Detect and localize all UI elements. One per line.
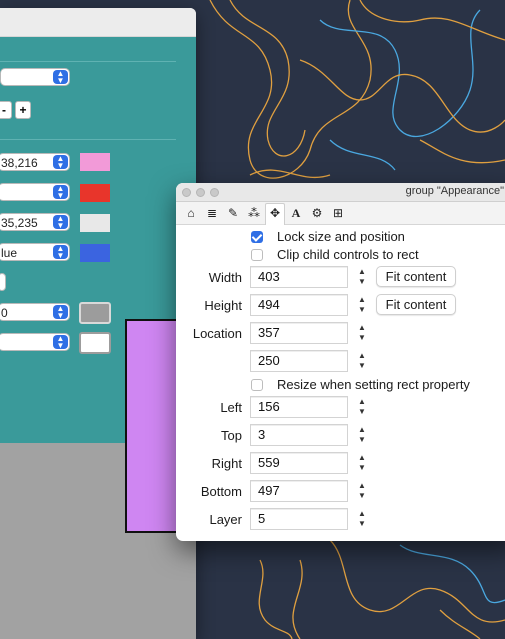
popup-7[interactable]: ▲ ▼ (0, 333, 70, 351)
color-swatch-blue[interactable] (80, 244, 110, 262)
popup-2[interactable]: 38,216 ▲ ▼ (0, 153, 70, 171)
location-y-field[interactable]: 250 (250, 350, 348, 372)
fit-height-button[interactable]: Fit content (376, 294, 456, 315)
minus-button[interactable]: - (0, 101, 12, 119)
resize-checkbox[interactable] (251, 379, 263, 391)
height-field[interactable]: 494 (250, 294, 348, 316)
layer-label: Layer (209, 512, 242, 527)
chevron-updown-icon: ▲ ▼ (53, 245, 68, 260)
color-swatch-gray[interactable] (79, 302, 111, 324)
popup-5-value: lue (1, 246, 18, 260)
chevron-updown-icon: ▲ ▼ (53, 215, 68, 230)
left-stepper[interactable]: ▲ ▼ (356, 397, 368, 419)
chevron-updown-icon: ▲ ▼ (53, 305, 68, 320)
home-icon[interactable]: ⌂ (182, 204, 200, 222)
magic-wand-icon[interactable]: ⁂ (245, 204, 263, 222)
popup-4-value: 35,235 (1, 216, 38, 230)
resize-label: Resize when setting rect property (277, 377, 470, 392)
inspector-title: group "Appearance" (405, 185, 504, 197)
top-field[interactable]: 3 (250, 424, 348, 446)
popup-3[interactable]: ▲ ▼ (0, 183, 70, 201)
popup-6-value: 0 (1, 306, 8, 320)
zoom-window-button[interactable] (210, 188, 219, 197)
width-label: Width (208, 270, 242, 285)
popup-5[interactable]: lue ▲ ▼ (0, 243, 70, 261)
layout-icon[interactable]: ⊞ (329, 204, 347, 222)
inspector-panel: group "Appearance" ⌂ ≣ ✎ ⁂ ✥ A ⚙ ⊞ Lock … (176, 183, 505, 541)
color-swatch-lightgray[interactable] (80, 214, 110, 232)
move-icon[interactable]: ✥ (265, 203, 285, 225)
chevron-updown-icon: ▲ ▼ (53, 70, 68, 85)
right-field[interactable]: 559 (250, 452, 348, 474)
database-icon[interactable]: ≣ (203, 204, 221, 222)
chevron-updown-icon: ▲ ▼ (53, 335, 68, 350)
layer-field[interactable]: 5 (250, 508, 348, 530)
color-swatch-white[interactable] (79, 332, 111, 354)
inspector-titlebar[interactable]: group "Appearance" (176, 183, 505, 202)
location-y-stepper[interactable]: ▲ ▼ (356, 351, 368, 373)
left-label: Left (220, 400, 242, 415)
plus-button[interactable]: + (15, 101, 31, 119)
inspector-toolbar: ⌂ ≣ ✎ ⁂ ✥ A ⚙ ⊞ (176, 202, 505, 225)
chevron-updown-icon: ▲ ▼ (53, 185, 68, 200)
small-field[interactable] (0, 273, 6, 291)
right-label: Right (211, 456, 242, 471)
width-field[interactable]: 403 (250, 266, 348, 288)
popup-4[interactable]: 35,235 ▲ ▼ (0, 213, 70, 231)
pencil-icon[interactable]: ✎ (224, 204, 242, 222)
lock-checkbox[interactable] (251, 231, 263, 243)
popup-6[interactable]: 0 ▲ ▼ (0, 303, 70, 321)
chevron-updown-icon: ▲ ▼ (53, 155, 68, 170)
clip-checkbox[interactable] (251, 249, 263, 261)
location-x-stepper[interactable]: ▲ ▼ (356, 323, 368, 345)
lock-label: Lock size and position (277, 229, 405, 244)
top-stepper[interactable]: ▲ ▼ (356, 425, 368, 447)
bottom-stepper[interactable]: ▲ ▼ (356, 481, 368, 503)
height-label: Height (204, 298, 242, 313)
clip-label: Clip child controls to rect (277, 247, 419, 262)
canvas-window-titlebar (0, 8, 196, 37)
layer-stepper[interactable]: ▲ ▼ (356, 509, 368, 531)
top-label: Top (221, 428, 242, 443)
bottom-field[interactable]: 497 (250, 480, 348, 502)
color-swatch-pink[interactable] (80, 153, 110, 171)
popup-2-value: 38,216 (1, 156, 38, 170)
location-x-field[interactable]: 357 (250, 322, 348, 344)
popup-1[interactable]: ▲ ▼ (0, 68, 70, 86)
height-stepper[interactable]: ▲ ▼ (356, 295, 368, 317)
width-stepper[interactable]: ▲ ▼ (356, 267, 368, 289)
right-stepper[interactable]: ▲ ▼ (356, 453, 368, 475)
font-icon[interactable]: A (287, 204, 305, 222)
close-window-button[interactable] (182, 188, 191, 197)
gears-icon[interactable]: ⚙ (308, 204, 326, 222)
divider (0, 139, 176, 140)
left-field[interactable]: 156 (250, 396, 348, 418)
divider (0, 61, 176, 62)
bottom-label: Bottom (200, 484, 242, 499)
location-label: Location (192, 326, 242, 341)
fit-width-button[interactable]: Fit content (376, 266, 456, 287)
minimize-window-button[interactable] (196, 188, 205, 197)
color-swatch-red[interactable] (80, 184, 110, 202)
